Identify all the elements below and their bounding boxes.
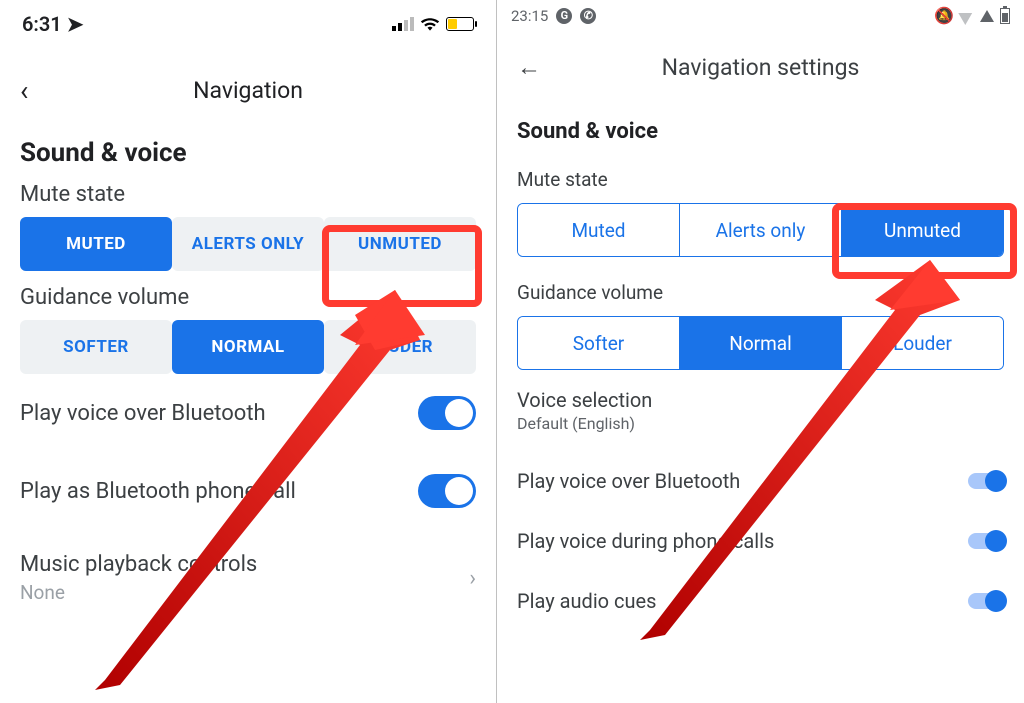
toggle-switch[interactable] — [968, 593, 1004, 609]
page-title: Navigation — [193, 77, 303, 104]
battery-icon — [1000, 8, 1010, 24]
ios-screen: 6:31 ➤ ‹ Navigation Sound & voice Mute s… — [0, 0, 497, 703]
toggle-switch[interactable] — [418, 474, 476, 508]
ios-status-bar: 6:31 ➤ — [0, 0, 496, 40]
mute-option-alerts[interactable]: ALERTS ONLY — [172, 217, 324, 271]
guidance-volume-label: Guidance volume — [517, 281, 1004, 304]
guidance-option-louder[interactable]: LOUDER — [324, 320, 476, 374]
battery-icon — [446, 17, 474, 31]
row-music-controls[interactable]: Music playback controls None › — [20, 530, 476, 626]
location-arrow-icon: ➤ — [67, 12, 84, 36]
signal-down-icon — [958, 6, 975, 24]
back-button[interactable]: ‹ — [20, 74, 28, 107]
guidance-option-normal[interactable]: NORMAL — [172, 320, 324, 374]
row-sub: None — [20, 581, 257, 604]
row-label: Music playback controls — [20, 552, 257, 577]
mute-state-label: Mute state — [20, 182, 476, 207]
status-time: 23:15 — [511, 7, 548, 25]
google-icon: G — [556, 8, 572, 24]
row-label: Play as Bluetooth phone call — [20, 479, 296, 504]
row-play-bluetooth[interactable]: Play voice over Bluetooth — [20, 374, 476, 452]
phone-icon: ✆ — [580, 8, 596, 24]
section-heading: Sound & voice — [20, 138, 476, 168]
toggle-switch[interactable] — [418, 396, 476, 430]
android-nav-bar: ← Navigation settings — [497, 37, 1024, 97]
guidance-segmented: SOFTER NORMAL LOUDER — [20, 320, 476, 374]
row-play-bt-call[interactable]: Play as Bluetooth phone call — [20, 452, 476, 530]
mute-option-unmuted[interactable]: Unmuted — [841, 204, 1003, 256]
section-heading: Sound & voice — [517, 119, 1004, 144]
row-label: Voice selection — [517, 388, 1004, 412]
status-time: 6:31 — [22, 12, 62, 36]
mute-option-alerts[interactable]: Alerts only — [679, 204, 841, 256]
row-label: Play voice over Bluetooth — [20, 401, 266, 426]
row-voice-selection[interactable]: Voice selection Default (English) — [517, 370, 1004, 451]
mute-state-segmented: MUTED ALERTS ONLY UNMUTED — [20, 217, 476, 271]
row-play-bluetooth[interactable]: Play voice over Bluetooth — [517, 451, 1004, 511]
chevron-right-icon: › — [469, 566, 476, 591]
guidance-option-softer[interactable]: Softer — [518, 317, 679, 369]
back-button[interactable]: ← — [517, 53, 541, 82]
guidance-option-louder[interactable]: Louder — [841, 317, 1003, 369]
mute-option-unmuted[interactable]: UNMUTED — [324, 217, 476, 271]
mute-state-segmented: Muted Alerts only Unmuted — [517, 203, 1004, 257]
mute-option-muted[interactable]: Muted — [518, 204, 679, 256]
wifi-icon — [420, 17, 440, 31]
signal-up-icon — [980, 10, 994, 22]
mute-option-muted[interactable]: MUTED — [20, 217, 172, 271]
row-label: Play voice over Bluetooth — [517, 469, 740, 493]
row-play-audio-cues[interactable]: Play audio cues — [517, 571, 1004, 631]
mute-bell-icon: 🔕 — [934, 6, 954, 25]
row-play-during-calls[interactable]: Play voice during phone calls — [517, 511, 1004, 571]
guidance-segmented: Softer Normal Louder — [517, 316, 1004, 370]
toggle-switch[interactable] — [968, 473, 1004, 489]
mute-state-label: Mute state — [517, 168, 1004, 191]
toggle-switch[interactable] — [968, 533, 1004, 549]
page-title: Navigation settings — [662, 54, 860, 81]
ios-nav-bar: ‹ Navigation — [0, 60, 496, 120]
guidance-option-normal[interactable]: Normal — [679, 317, 841, 369]
guidance-option-softer[interactable]: SOFTER — [20, 320, 172, 374]
guidance-volume-label: Guidance volume — [20, 285, 476, 310]
android-screen: 23:15 G ✆ 🔕 ← Navigation settings Sound … — [497, 0, 1024, 703]
android-status-bar: 23:15 G ✆ 🔕 — [497, 0, 1024, 27]
row-sub: Default (English) — [517, 414, 1004, 433]
row-label: Play voice during phone calls — [517, 529, 774, 553]
cellular-signal-icon — [392, 17, 414, 31]
row-label: Play audio cues — [517, 589, 656, 613]
